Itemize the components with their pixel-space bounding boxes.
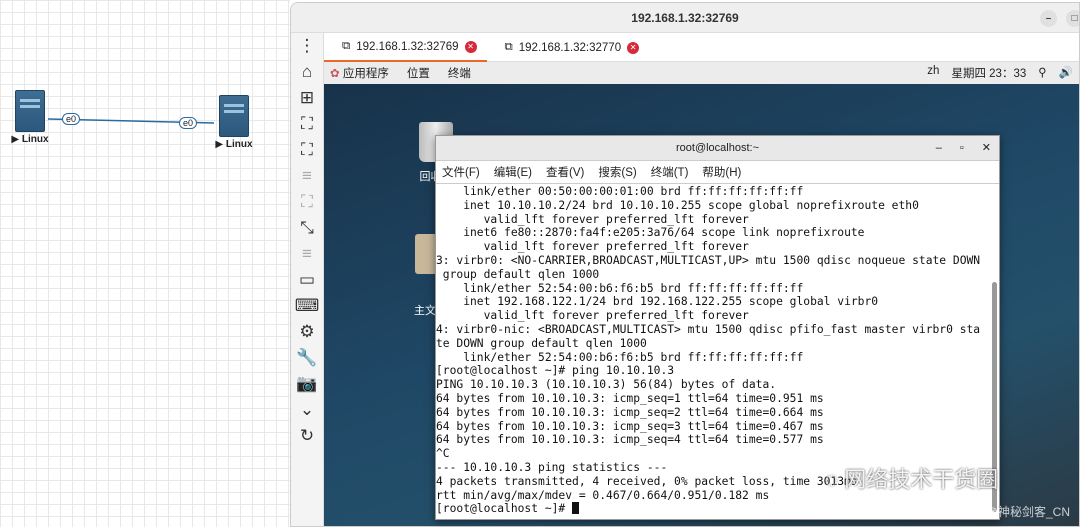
terminal-line: link/ether 52:54:00:b6:f6:b5 brd ff:ff:f… bbox=[436, 350, 804, 364]
window-titlebar: 192.168.1.32:32769 – □ bbox=[291, 3, 1079, 33]
interface-label: e0 bbox=[62, 113, 81, 125]
menu-icon[interactable]: ≡ bbox=[291, 163, 323, 189]
applications-menu[interactable]: ✿ 应用程序 bbox=[330, 65, 389, 81]
console-icon: ⧉ bbox=[342, 40, 351, 52]
select-icon[interactable]: ⛶ bbox=[291, 189, 323, 215]
add-icon[interactable]: ⊞ bbox=[291, 85, 323, 111]
terminal-line: valid_lft forever preferred_lft forever bbox=[436, 212, 749, 226]
minimize-button[interactable]: – bbox=[1040, 10, 1057, 27]
terminal-line: ^C bbox=[436, 447, 450, 461]
terminal-line: link/ether 00:50:00:00:01:00 brd ff:ff:f… bbox=[436, 185, 804, 198]
terminal-line: inet 192.168.122.1/24 brd 192.168.122.25… bbox=[436, 295, 879, 309]
cursor bbox=[572, 502, 580, 515]
gnome-icon: ✿ bbox=[330, 68, 340, 80]
terminal-line: valid_lft forever preferred_lft forever bbox=[436, 309, 749, 323]
keyboard-icon[interactable]: ⌨ bbox=[291, 293, 323, 319]
linux-node-2[interactable]: ▶ Linux bbox=[214, 95, 254, 150]
interface-label: e0 bbox=[179, 117, 198, 129]
console-icon: ⧉ bbox=[504, 41, 513, 53]
menu-terminal[interactable]: 终端(T) bbox=[651, 164, 689, 180]
topology-canvas[interactable]: ▶ Linux ▶ Linux e0 e0 bbox=[0, 0, 290, 527]
tab-bar: ⧉ 192.168.1.32:32769 ✕ ⧉ 192.168.1.32:32770… bbox=[324, 33, 1079, 62]
tab-label: 192.168.1.32:32769 bbox=[356, 40, 459, 53]
prompt: [root@localhost ~]# bbox=[436, 502, 573, 516]
window-title: 192.168.1.32:32769 bbox=[631, 11, 739, 25]
applications-label: 应用程序 bbox=[342, 68, 389, 80]
server-icon bbox=[15, 90, 45, 132]
minimize-button[interactable]: – bbox=[936, 136, 942, 161]
terminal-titlebar: root@localhost:~ – ▫ ✕ bbox=[436, 136, 999, 161]
maximize-button[interactable]: ▫ bbox=[960, 136, 964, 161]
close-tab-icon[interactable]: ✕ bbox=[627, 41, 640, 54]
tab-32770[interactable]: ⧉ 192.168.1.32:32770 ✕ bbox=[487, 33, 650, 62]
terminal-line: valid_lft forever preferred_lft forever bbox=[436, 240, 749, 254]
menu-view[interactable]: 查看(V) bbox=[546, 164, 584, 180]
menu-icon[interactable]: ≡ bbox=[291, 241, 323, 267]
terminal-line: 64 bytes from 10.10.10.3: icmp_seq=3 ttl… bbox=[436, 419, 824, 433]
camera-icon[interactable]: 📷 bbox=[291, 371, 323, 397]
terminal-line: 3: virbr0: <NO-CARRIER,BROADCAST,MULTICA… bbox=[436, 253, 981, 267]
terminal-line: 64 bytes from 10.10.10.3: icmp_seq=4 ttl… bbox=[436, 433, 824, 447]
node-label: Linux bbox=[225, 139, 253, 150]
collapse-icon[interactable]: ⤡ bbox=[291, 215, 323, 241]
tab-32769[interactable]: ⧉ 192.168.1.32:32769 ✕ bbox=[324, 33, 487, 62]
clock[interactable]: 星期四 23：33 bbox=[951, 65, 1026, 81]
linux-node-1[interactable]: ▶ Linux bbox=[10, 90, 50, 145]
terminal-line: [root@localhost ~]# ping 10.10.10.3 bbox=[436, 364, 675, 378]
wrench-icon[interactable]: 🔧 bbox=[291, 345, 323, 371]
sidebar: ⋮ ⌂ ⊞ ⛶ ⛶ ≡ ⛶ ⤡ ≡ ▭ ⌨ ⚙ 🔧 📷 ⌄ ↻ bbox=[291, 33, 324, 526]
terminal-line: group default qlen 1000 bbox=[436, 267, 600, 281]
more-icon[interactable]: ⋮ bbox=[291, 33, 323, 59]
terminal-title: root@localhost:~ bbox=[675, 142, 759, 154]
terminal-line: link/ether 52:54:00:b6:f6:b5 brd ff:ff:f… bbox=[436, 281, 804, 295]
node-label: Linux bbox=[21, 134, 49, 145]
reconnect-icon[interactable]: ↻ bbox=[291, 423, 323, 449]
menu-search[interactable]: 搜索(S) bbox=[598, 164, 636, 180]
prompt-line[interactable]: [root@localhost ~]# bbox=[436, 502, 999, 516]
menu-file[interactable]: 文件(F) bbox=[442, 164, 480, 180]
close-tab-icon[interactable]: ✕ bbox=[464, 40, 477, 53]
tab-label: 192.168.1.32:32770 bbox=[518, 41, 622, 54]
close-button[interactable]: ✕ bbox=[982, 136, 991, 161]
wechat-watermark: ◌ 网络技术干货圈 bbox=[825, 467, 999, 492]
home-icon[interactable]: ⌂ bbox=[291, 59, 323, 85]
terminal-line: 64 bytes from 10.10.10.3: icmp_seq=2 ttl… bbox=[436, 405, 824, 419]
fullscreen-icon[interactable]: ⛶ bbox=[291, 137, 323, 163]
watermark-text: 网络技术干货圈 bbox=[844, 467, 999, 492]
server-icon bbox=[219, 95, 249, 137]
terminal-line: inet6 fe80::2870:fa4f:e205:3a76/64 scope… bbox=[436, 226, 865, 240]
terminal-menu[interactable]: 终端 bbox=[448, 65, 471, 81]
fit-icon[interactable]: ⛶ bbox=[291, 111, 323, 137]
chevron-down-icon[interactable]: ⌄ bbox=[291, 397, 323, 423]
places-menu[interactable]: 位置 bbox=[407, 65, 430, 81]
network-icon[interactable]: ⚲ bbox=[1038, 65, 1046, 81]
terminal-line: 4: virbr0-nic: <BROADCAST,MULTICAST> mtu… bbox=[436, 322, 981, 336]
language-indicator[interactable]: zh bbox=[927, 65, 939, 81]
gnome-top-bar: ✿ 应用程序 位置 终端 zh 星期四 23：33 ⚲ 🔊 bbox=[324, 62, 1079, 84]
menu-edit[interactable]: 编辑(E) bbox=[494, 164, 532, 180]
maximize-button[interactable]: □ bbox=[1066, 10, 1079, 27]
window-icon[interactable]: ▭ bbox=[291, 267, 323, 293]
terminal-line: 64 bytes from 10.10.10.3: icmp_seq=1 ttl… bbox=[436, 391, 824, 405]
terminal-menubar: 文件(F) 编辑(E) 查看(V) 搜索(S) 终端(T) 帮助(H) bbox=[436, 161, 999, 184]
volume-icon[interactable]: 🔊 bbox=[1059, 65, 1073, 81]
settings-icon[interactable]: ⚙ bbox=[291, 319, 323, 345]
terminal-line: PING 10.10.10.3 (10.10.10.3) 56(84) byte… bbox=[436, 378, 777, 392]
menu-help[interactable]: 帮助(H) bbox=[702, 164, 741, 180]
terminal-line: te DOWN group default qlen 1000 bbox=[436, 336, 647, 350]
csdn-watermark: CSDN @神秘剑客_CN bbox=[948, 505, 1070, 519]
terminal-line: inet 10.10.10.2/24 brd 10.10.10.255 scop… bbox=[436, 198, 919, 212]
